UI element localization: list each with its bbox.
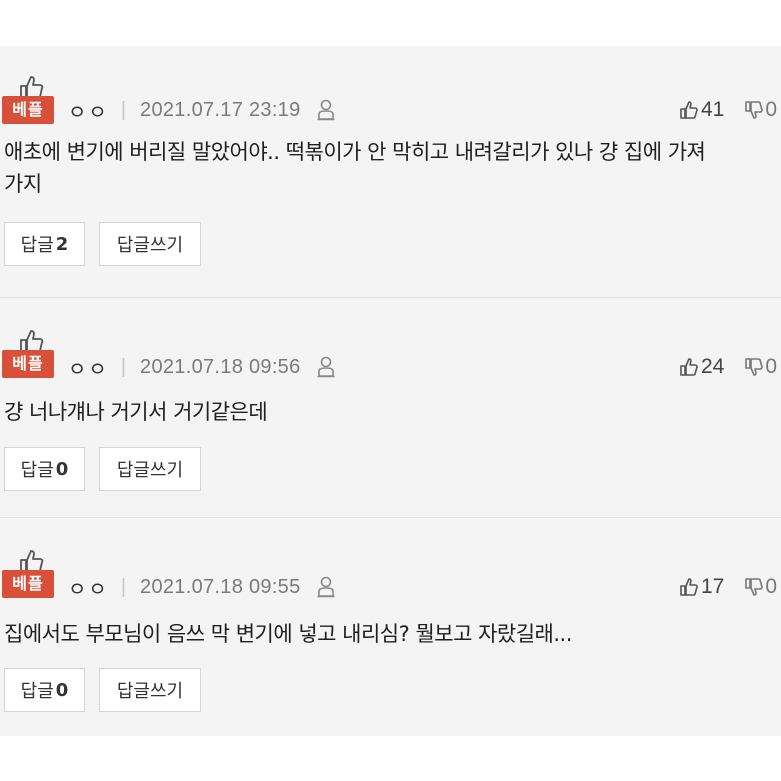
dislike-button[interactable]: 0 bbox=[744, 355, 777, 379]
reply-count-button[interactable]: 답글 0 bbox=[4, 447, 85, 491]
comment-date: 2021.07.17 23:19 bbox=[140, 98, 301, 121]
person-icon bbox=[317, 356, 335, 378]
comment-meta: ㅇㅇ | 2021.07.17 23:19 bbox=[68, 95, 335, 125]
comment-meta: ㅇㅇ | 2021.07.18 09:56 bbox=[68, 352, 335, 382]
thumbs-down-icon bbox=[745, 101, 764, 119]
best-label: 베플 bbox=[2, 96, 54, 124]
comment-actions: 답글 2 답글쓰기 bbox=[4, 222, 201, 266]
comment-actions: 답글 0 답글쓰기 bbox=[4, 668, 201, 712]
best-label: 베플 bbox=[2, 350, 54, 378]
comment-text-line: 가지 bbox=[4, 172, 42, 196]
vote-area: 24 0 bbox=[679, 352, 777, 382]
comment-text: 걍 너나걔나 거기서 거기같은데 bbox=[4, 396, 764, 428]
best-label: 베플 bbox=[2, 570, 54, 598]
nickname[interactable]: ㅇㅇ bbox=[68, 96, 109, 125]
write-reply-button[interactable]: 답글쓰기 bbox=[99, 447, 201, 491]
like-count: 41 bbox=[700, 98, 725, 121]
divider: | bbox=[120, 355, 127, 378]
thumbs-up-icon bbox=[680, 101, 698, 119]
write-reply-button[interactable]: 답글쓰기 bbox=[99, 222, 201, 266]
comment-text-line: 애초에 변기에 버리질 말았어야.. 떡볶이가 안 막히고 내려갈리가 있나 걍… bbox=[4, 140, 706, 164]
comment-date: 2021.07.18 09:55 bbox=[140, 575, 301, 598]
reply-count-button[interactable]: 답글 0 bbox=[4, 668, 85, 712]
thumbs-up-icon bbox=[680, 578, 698, 596]
thumbs-up-icon bbox=[680, 358, 698, 376]
reply-count: 0 bbox=[55, 679, 69, 701]
reply-count: 0 bbox=[55, 458, 69, 480]
divider: | bbox=[120, 575, 127, 598]
nickname[interactable]: ㅇㅇ bbox=[68, 353, 109, 382]
comment-item: 베플 ㅇㅇ | 2021.07.17 23:19 41 0 애초에 변기에 버리… bbox=[0, 46, 781, 298]
like-button[interactable]: 41 bbox=[679, 98, 724, 122]
comment-text-line: 집에서도 부모님이 음쓰 막 변기에 넣고 내리심? 뭘보고 자랐길래... bbox=[4, 622, 572, 646]
comment-text: 집에서도 부모님이 음쓰 막 변기에 넣고 내리심? 뭘보고 자랐길래... bbox=[4, 618, 764, 650]
thumbs-down-icon bbox=[745, 358, 764, 376]
comment-actions: 답글 0 답글쓰기 bbox=[4, 447, 201, 491]
reply-count: 2 bbox=[55, 233, 69, 255]
dislike-count: 0 bbox=[765, 355, 777, 378]
dislike-button[interactable]: 0 bbox=[744, 575, 777, 599]
dislike-button[interactable]: 0 bbox=[744, 98, 777, 122]
bottom-spacer bbox=[0, 736, 781, 781]
comment-text: 애초에 변기에 버리질 말았어야.. 떡볶이가 안 막히고 내려갈리가 있나 걍… bbox=[4, 136, 764, 200]
comment-list: 베플 ㅇㅇ | 2021.07.17 23:19 41 0 애초에 변기에 버리… bbox=[0, 46, 781, 736]
reply-count-button[interactable]: 답글 2 bbox=[4, 222, 85, 266]
comment-item: 베플 ㅇㅇ | 2021.07.18 09:56 24 0 걍 너나걔나 거기서… bbox=[0, 298, 781, 518]
like-button[interactable]: 17 bbox=[679, 575, 724, 599]
thumbs-down-icon bbox=[745, 578, 764, 596]
reply-label: 답글 bbox=[20, 681, 54, 702]
person-icon bbox=[317, 99, 335, 121]
comment-meta: ㅇㅇ | 2021.07.18 09:55 bbox=[68, 572, 335, 602]
dislike-count: 0 bbox=[765, 98, 777, 121]
comment-item: 베플 ㅇㅇ | 2021.07.18 09:55 17 0 집에서도 부모님이 … bbox=[0, 518, 781, 736]
top-spacer bbox=[0, 0, 781, 46]
divider: | bbox=[120, 98, 127, 121]
best-badge: 베플 bbox=[2, 548, 54, 606]
nickname[interactable]: ㅇㅇ bbox=[68, 573, 109, 602]
like-count: 17 bbox=[700, 575, 725, 598]
best-badge: 베플 bbox=[2, 328, 54, 386]
vote-area: 41 0 bbox=[679, 95, 777, 125]
vote-area: 17 0 bbox=[679, 572, 777, 602]
best-badge: 베플 bbox=[2, 74, 54, 132]
person-icon bbox=[317, 576, 335, 598]
like-count: 24 bbox=[700, 355, 725, 378]
comment-date: 2021.07.18 09:56 bbox=[140, 355, 301, 378]
like-button[interactable]: 24 bbox=[679, 355, 724, 379]
write-reply-button[interactable]: 답글쓰기 bbox=[99, 668, 201, 712]
dislike-count: 0 bbox=[765, 575, 777, 598]
reply-label: 답글 bbox=[20, 460, 54, 481]
comment-text-line: 걍 너나걔나 거기서 거기같은데 bbox=[4, 400, 268, 424]
reply-label: 답글 bbox=[20, 235, 54, 256]
